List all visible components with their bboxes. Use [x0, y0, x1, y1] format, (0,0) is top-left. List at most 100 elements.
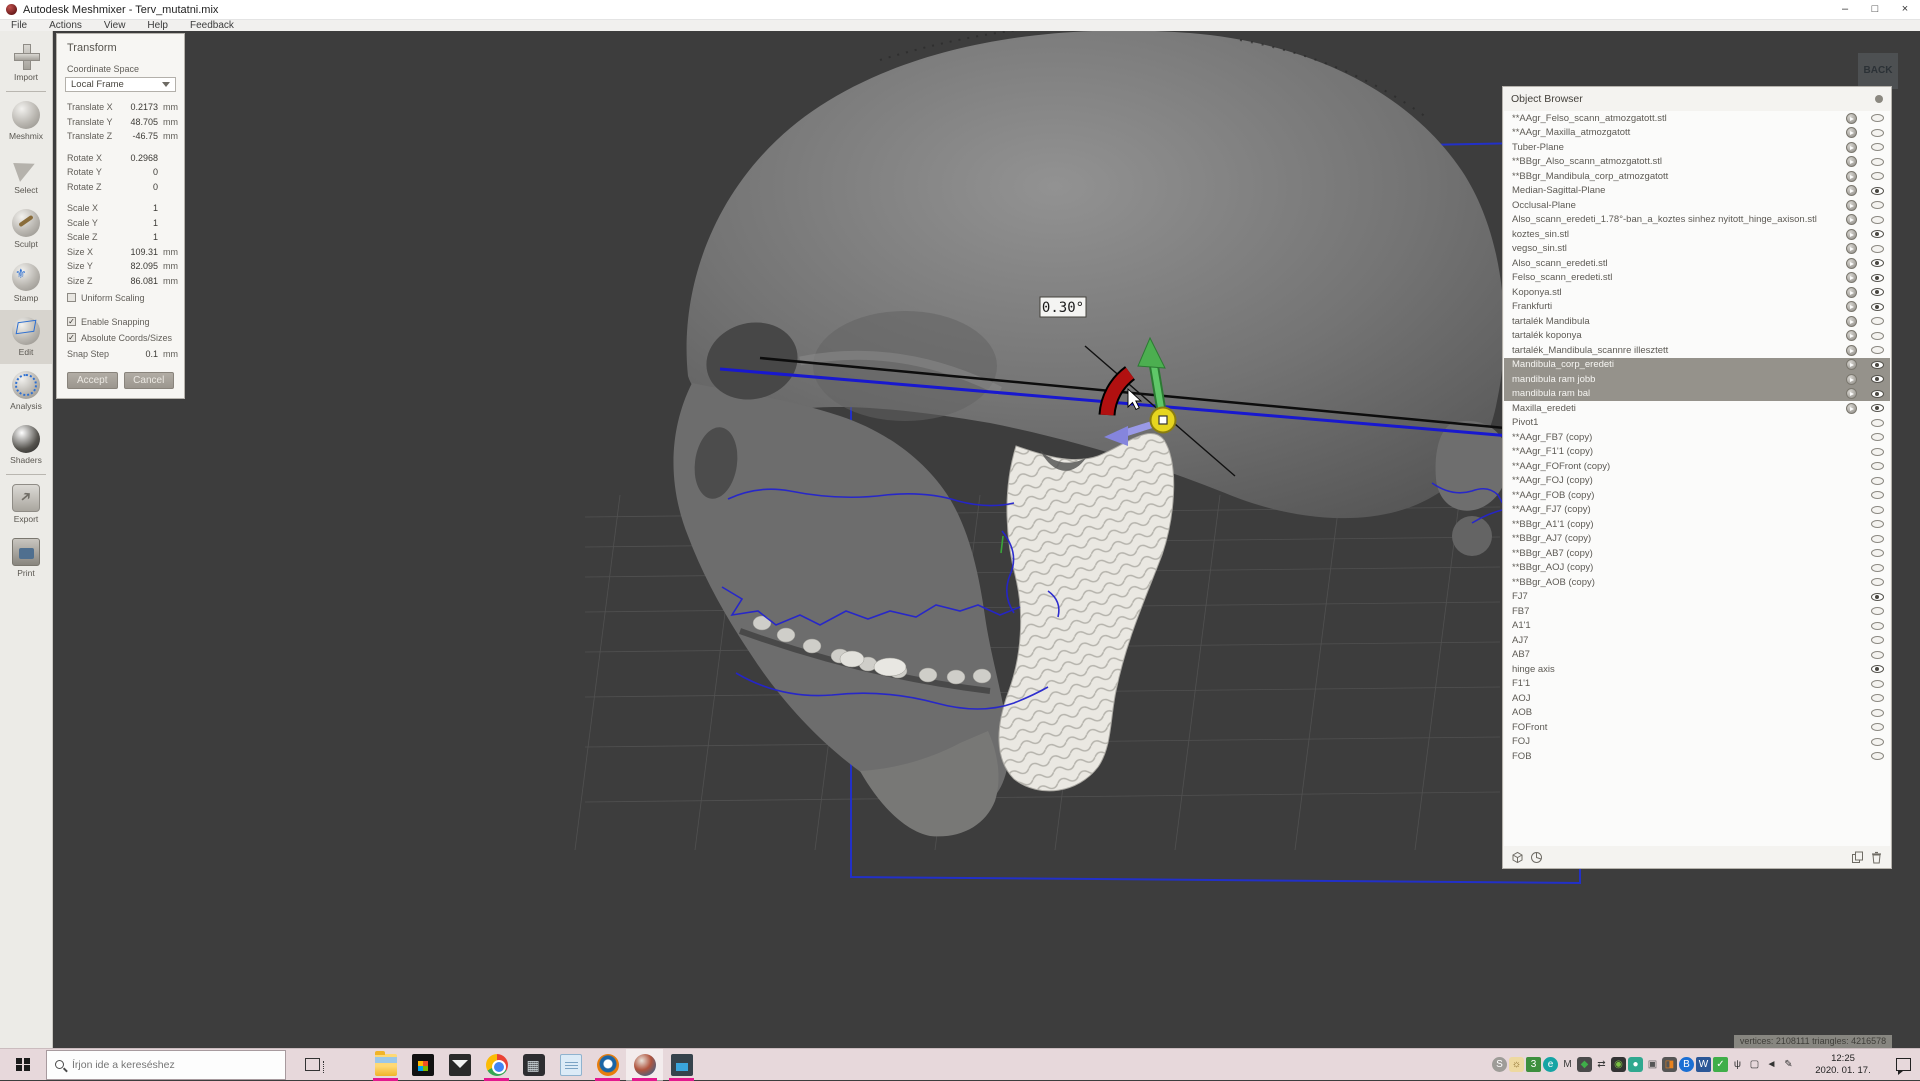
object-row[interactable]: tartalék_Mandibula_scannre illesztett: [1504, 343, 1890, 358]
visibility-eye-icon[interactable]: [1871, 288, 1884, 296]
taskbar-app-calc[interactable]: [515, 1049, 552, 1081]
visibility-eye-icon[interactable]: [1871, 346, 1884, 354]
tool-print[interactable]: Print: [0, 531, 52, 585]
visibility-eye-icon[interactable]: [1871, 535, 1884, 543]
safety-check-icon[interactable]: ✓: [1713, 1057, 1728, 1072]
minimize-button[interactable]: –: [1830, 0, 1860, 19]
taskbar-clock[interactable]: 12:25 2020. 01. 17.: [1806, 1053, 1880, 1077]
taskbar-app-cura[interactable]: [663, 1049, 700, 1081]
shader-icon[interactable]: [1846, 388, 1857, 399]
object-row[interactable]: **AAgr_FOFront (copy): [1504, 459, 1890, 474]
object-row[interactable]: FB7: [1504, 604, 1890, 619]
object-row[interactable]: **AAgr_FOJ (copy): [1504, 474, 1890, 489]
object-row[interactable]: Koponya.stl: [1504, 285, 1890, 300]
pen-icon[interactable]: ✎: [1781, 1057, 1796, 1072]
shader-sphere-icon[interactable]: [1530, 851, 1543, 864]
tool-shaders[interactable]: Shaders: [0, 418, 52, 472]
tool-meshmix[interactable]: Meshmix: [0, 94, 52, 148]
shader-icon[interactable]: [1846, 200, 1857, 211]
accept-button[interactable]: Accept: [67, 372, 118, 389]
taskbar-app-chrome[interactable]: [478, 1049, 515, 1081]
field-value[interactable]: 1: [116, 218, 158, 228]
duplicate-icon[interactable]: [1851, 851, 1864, 864]
3dconnexion-icon[interactable]: 3: [1526, 1057, 1541, 1072]
visibility-eye-icon[interactable]: [1871, 332, 1884, 340]
object-row[interactable]: hinge axis: [1504, 662, 1890, 677]
taskbar-app-edge[interactable]: [330, 1049, 367, 1081]
field-value[interactable]: 82.095: [116, 261, 158, 271]
shader-icon[interactable]: [1846, 403, 1857, 414]
search-input[interactable]: [72, 1059, 262, 1071]
field-value[interactable]: 1: [116, 203, 158, 213]
field-value[interactable]: 109.31: [116, 247, 158, 257]
shader-icon[interactable]: [1846, 171, 1857, 182]
field-value[interactable]: 0.2968: [116, 153, 158, 163]
menu-actions[interactable]: Actions: [38, 20, 93, 31]
word-icon[interactable]: W: [1696, 1057, 1711, 1072]
shader-icon[interactable]: [1846, 156, 1857, 167]
shader-icon[interactable]: [1846, 316, 1857, 327]
object-row[interactable]: **BBgr_A1'1 (copy): [1504, 517, 1890, 532]
sync-icon[interactable]: ⇄: [1594, 1057, 1609, 1072]
trash-icon[interactable]: [1870, 851, 1883, 864]
object-row[interactable]: tartalék koponya: [1504, 329, 1890, 344]
visibility-eye-icon[interactable]: [1871, 375, 1884, 383]
shader-icon[interactable]: [1846, 214, 1857, 225]
object-row[interactable]: **BBgr_Also_scann_atmozgatott.stl: [1504, 155, 1890, 170]
object-row[interactable]: Frankfurti: [1504, 300, 1890, 315]
antivirus-icon[interactable]: e: [1543, 1057, 1558, 1072]
visibility-eye-icon[interactable]: [1871, 143, 1884, 151]
visibility-eye-icon[interactable]: [1871, 230, 1884, 238]
visibility-eye-icon[interactable]: [1871, 506, 1884, 514]
visibility-eye-icon[interactable]: [1871, 709, 1884, 717]
object-row[interactable]: AB7: [1504, 648, 1890, 663]
snap-step-value[interactable]: 0.1: [116, 349, 158, 359]
object-row[interactable]: **AAgr_FB7 (copy): [1504, 430, 1890, 445]
network-icon[interactable]: ▢: [1747, 1057, 1762, 1072]
object-row[interactable]: **AAgr_Maxilla_atmozgatott: [1504, 126, 1890, 141]
shader-icon[interactable]: [1846, 359, 1857, 370]
enable-snapping-checkbox[interactable]: [67, 317, 76, 326]
visibility-eye-icon[interactable]: [1871, 419, 1884, 427]
object-row[interactable]: **BBgr_AOJ (copy): [1504, 561, 1890, 576]
visibility-eye-icon[interactable]: [1871, 651, 1884, 659]
object-row[interactable]: Maxilla_eredeti: [1504, 401, 1890, 416]
taskbar-app-notepad[interactable]: [552, 1049, 589, 1081]
visibility-eye-icon[interactable]: [1871, 462, 1884, 470]
shader-icon[interactable]: [1846, 243, 1857, 254]
shader-icon[interactable]: [1846, 258, 1857, 269]
visibility-eye-icon[interactable]: [1871, 303, 1884, 311]
close-button[interactable]: ×: [1890, 0, 1920, 19]
defender-icon[interactable]: ◆: [1577, 1057, 1592, 1072]
visibility-eye-icon[interactable]: [1871, 216, 1884, 224]
maximize-button[interactable]: □: [1860, 0, 1890, 19]
field-value[interactable]: 0: [116, 182, 158, 192]
bounding-box-icon[interactable]: [1511, 851, 1524, 864]
shader-icon[interactable]: [1846, 272, 1857, 283]
visibility-eye-icon[interactable]: [1871, 245, 1884, 253]
absolute-coords-checkbox[interactable]: [67, 333, 76, 342]
shader-icon[interactable]: [1846, 345, 1857, 356]
taskbar-app-store[interactable]: [404, 1049, 441, 1081]
menu-help[interactable]: Help: [136, 20, 179, 31]
shader-icon[interactable]: [1846, 301, 1857, 312]
microphone-icon[interactable]: M: [1560, 1057, 1575, 1072]
object-row[interactable]: FOFront: [1504, 720, 1890, 735]
visibility-eye-icon[interactable]: [1871, 477, 1884, 485]
field-value[interactable]: 0.2173: [116, 102, 158, 112]
shader-icon[interactable]: [1846, 185, 1857, 196]
object-row[interactable]: FJ7: [1504, 590, 1890, 605]
visibility-eye-icon[interactable]: [1871, 607, 1884, 615]
tool-stamp[interactable]: Stamp: [0, 256, 52, 310]
object-row[interactable]: AJ7: [1504, 633, 1890, 648]
mandible-mesh[interactable]: [999, 433, 1174, 790]
visibility-eye-icon[interactable]: [1871, 404, 1884, 412]
visibility-eye-icon[interactable]: [1871, 361, 1884, 369]
visibility-eye-icon[interactable]: [1871, 738, 1884, 746]
object-row[interactable]: AOB: [1504, 706, 1890, 721]
object-row[interactable]: Felso_scann_eredeti.stl: [1504, 271, 1890, 286]
start-button[interactable]: [0, 1049, 46, 1081]
visibility-eye-icon[interactable]: [1871, 680, 1884, 688]
object-row[interactable]: **AAgr_FOB (copy): [1504, 488, 1890, 503]
object-row[interactable]: Also_scann_eredeti_1.78°-ban_a_koztes si…: [1504, 213, 1890, 228]
